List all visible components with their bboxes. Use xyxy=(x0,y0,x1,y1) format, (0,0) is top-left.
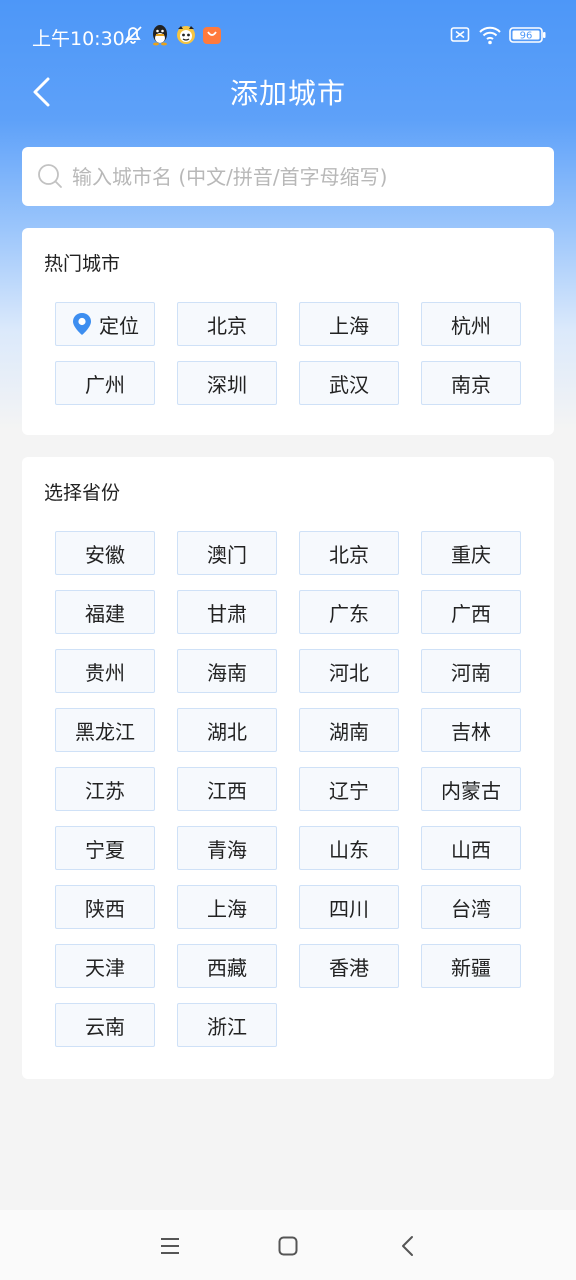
province-button[interactable]: 四川 xyxy=(299,885,399,929)
province-button[interactable]: 海南 xyxy=(177,649,277,693)
hot-cities-title: 热门城市 xyxy=(44,253,121,275)
menu-icon[interactable] xyxy=(158,1234,182,1258)
page-title: 添加城市 xyxy=(229,77,346,110)
back-triangle-icon[interactable] xyxy=(396,1234,420,1258)
province-button[interactable]: 青海 xyxy=(177,826,277,870)
hot-cities-card: 热门城市 定位 北京 上海 杭州 广州 深圳 武汉 南京 xyxy=(22,228,554,435)
province-button[interactable]: 上海 xyxy=(177,885,277,929)
battery-icon: 96 xyxy=(509,26,547,49)
hot-city-button[interactable]: 武汉 xyxy=(299,361,399,405)
province-button[interactable]: 湖北 xyxy=(177,708,277,752)
province-button[interactable]: 香港 xyxy=(299,944,399,988)
province-button[interactable]: 西藏 xyxy=(177,944,277,988)
province-button[interactable]: 广东 xyxy=(299,590,399,634)
hot-city-button[interactable]: 北京 xyxy=(177,302,277,346)
province-button[interactable]: 甘肃 xyxy=(177,590,277,634)
mute-bell-icon xyxy=(122,24,144,51)
search-icon xyxy=(38,164,62,188)
province-button[interactable]: 江苏 xyxy=(55,767,155,811)
hot-city-label: 定位 xyxy=(99,313,139,338)
hot-city-button[interactable]: 深圳 xyxy=(177,361,277,405)
province-button[interactable]: 浙江 xyxy=(177,1003,277,1047)
province-button[interactable]: 吉林 xyxy=(421,708,521,752)
province-button[interactable]: 河北 xyxy=(299,649,399,693)
provinces-card: 选择省份 安徽 澳门 北京 重庆 福建 甘肃 广东 广西 贵州 海南 河北 河南… xyxy=(22,457,554,1079)
province-button[interactable]: 贵州 xyxy=(55,649,155,693)
wifi-icon xyxy=(478,24,502,51)
search-input[interactable] xyxy=(70,159,544,195)
hot-cities-grid: 定位 北京 上海 杭州 广州 深圳 武汉 南京 xyxy=(55,302,521,405)
system-nav-bar xyxy=(0,1210,576,1280)
sim-off-icon xyxy=(450,24,470,51)
province-button[interactable]: 辽宁 xyxy=(299,767,399,811)
province-button[interactable]: 河南 xyxy=(421,649,521,693)
search-bar[interactable] xyxy=(22,147,554,206)
province-button[interactable]: 新疆 xyxy=(421,944,521,988)
provinces-title: 选择省份 xyxy=(44,482,121,504)
province-button[interactable]: 云南 xyxy=(55,1003,155,1047)
app-mascot-icon xyxy=(175,24,197,51)
province-button[interactable]: 陕西 xyxy=(55,885,155,929)
qq-icon xyxy=(150,24,170,51)
province-button[interactable]: 内蒙古 xyxy=(421,767,521,811)
provinces-grid: 安徽 澳门 北京 重庆 福建 甘肃 广东 广西 贵州 海南 河北 河南 黑龙江 … xyxy=(55,531,521,1047)
province-button[interactable]: 广西 xyxy=(421,590,521,634)
province-button[interactable]: 澳门 xyxy=(177,531,277,575)
hot-city-locate-button[interactable]: 定位 xyxy=(55,302,155,346)
hot-city-button[interactable]: 南京 xyxy=(421,361,521,405)
province-button[interactable]: 宁夏 xyxy=(55,826,155,870)
shopping-bag-icon xyxy=(202,24,222,51)
nav-bar: 添加城市 xyxy=(0,60,576,124)
hot-city-button[interactable]: 上海 xyxy=(299,302,399,346)
province-button[interactable]: 天津 xyxy=(55,944,155,988)
province-button[interactable]: 台湾 xyxy=(421,885,521,929)
province-button[interactable]: 湖南 xyxy=(299,708,399,752)
hot-city-button[interactable]: 杭州 xyxy=(421,302,521,346)
home-square-icon[interactable] xyxy=(276,1234,300,1258)
battery-level: 96 xyxy=(520,31,533,42)
province-button[interactable]: 山东 xyxy=(299,826,399,870)
province-button[interactable]: 北京 xyxy=(299,531,399,575)
location-pin-icon xyxy=(73,313,91,335)
province-button[interactable]: 安徽 xyxy=(55,531,155,575)
status-time: 上午10:30 xyxy=(32,28,125,50)
province-button[interactable]: 黑龙江 xyxy=(55,708,155,752)
province-button[interactable]: 重庆 xyxy=(421,531,521,575)
province-button[interactable]: 江西 xyxy=(177,767,277,811)
province-button[interactable]: 福建 xyxy=(55,590,155,634)
hot-city-button[interactable]: 广州 xyxy=(55,361,155,405)
province-button[interactable]: 山西 xyxy=(421,826,521,870)
